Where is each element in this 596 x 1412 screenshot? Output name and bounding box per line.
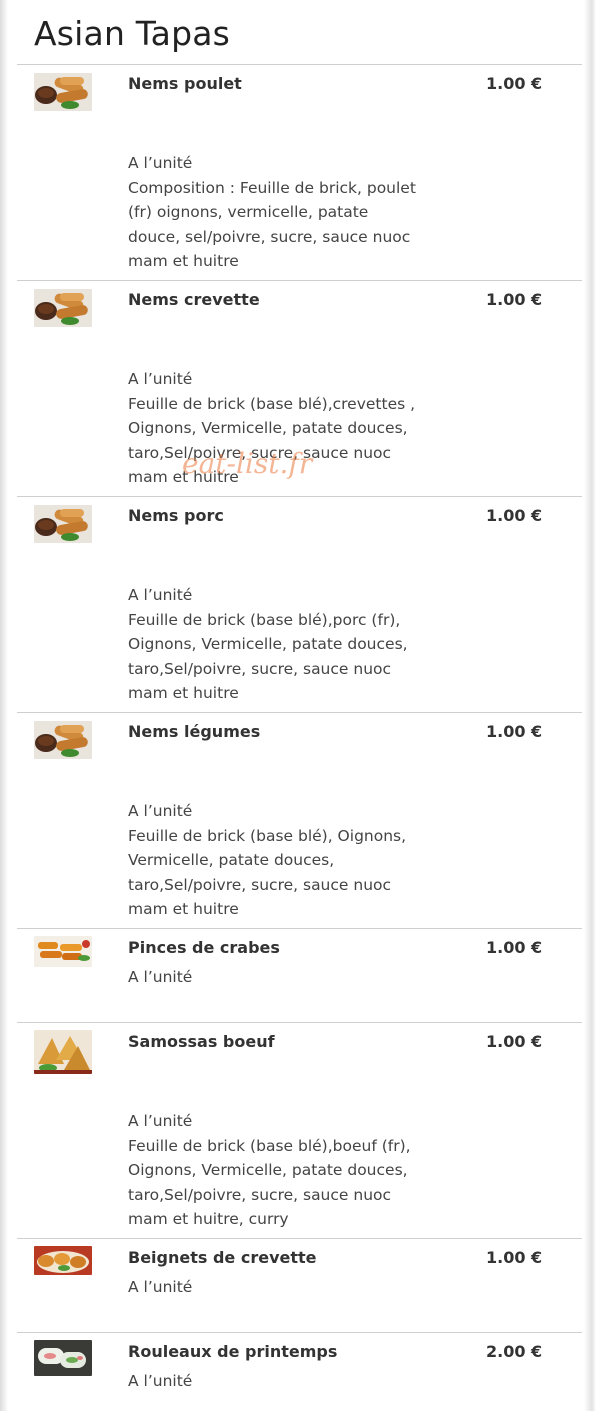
item-name: Pinces de crabes xyxy=(128,938,280,957)
item-name: Nems crevette xyxy=(128,290,260,309)
description-line: mam et huitre xyxy=(128,252,239,270)
page-title: Asian Tapas xyxy=(34,14,231,53)
menu-item[interactable]: Samossas boeuf 1.00 € A l’unité Feuille … xyxy=(17,1022,582,1238)
description-line: Composition : Feuille de brick, poulet xyxy=(128,178,416,197)
item-description: A l’unité Feuille de brick (base blé),po… xyxy=(128,583,438,706)
item-price: 1.00 € xyxy=(486,290,543,309)
description-line: taro,Sel/poivre, sucre, sauce nuoc xyxy=(128,659,392,678)
description-line: Oignons, Vermicelle, patate douces, xyxy=(128,635,408,653)
description-line: A l’unité xyxy=(128,802,193,820)
description-line: Oignons, Vermicelle, patate douces, xyxy=(128,1161,408,1179)
description-line: Vermicelle, patate douces, xyxy=(128,851,335,869)
menu-item[interactable]: Nems poulet 1.00 € A l’unité Composition… xyxy=(17,64,582,280)
description-line: Oignons, Vermicelle, patate douces, xyxy=(128,419,408,437)
menu-item[interactable]: Beignets de crevette 1.00 € A l’unité xyxy=(17,1238,582,1332)
item-price: 1.00 € xyxy=(486,1032,543,1051)
item-description: A l’unité xyxy=(128,1369,438,1394)
nems-image xyxy=(34,505,92,543)
nems-image xyxy=(34,289,92,327)
description-line: mam et huitre xyxy=(128,900,239,918)
description-line: mam et huitre, curry xyxy=(128,1210,289,1228)
nems-image xyxy=(34,73,92,111)
spring-rolls-image xyxy=(34,1340,92,1376)
description-line: taro,Sel/poivre, sucre, sauce nuoc xyxy=(128,1185,392,1204)
item-price: 1.00 € xyxy=(486,722,543,741)
description-line: Feuille de brick (base blé),crevettes , xyxy=(128,394,416,413)
description-line: Feuille de brick (base blé), Oignons, xyxy=(128,826,407,845)
description-line: mam et huitre xyxy=(128,684,239,702)
item-description: A l’unité xyxy=(128,965,438,990)
menu-item[interactable]: Rouleaux de printemps 2.00 € A l’unité xyxy=(17,1332,582,1412)
watermark: eat-list.fr xyxy=(182,447,313,480)
description-line: A l’unité xyxy=(128,370,193,388)
description-line: douce, sel/poivre, sucre, sauce nuoc xyxy=(128,227,411,246)
samossas-image xyxy=(34,1030,92,1074)
menu-item[interactable]: Nems légumes 1.00 € A l’unité Feuille de… xyxy=(17,712,582,928)
description-line: A l’unité xyxy=(128,154,193,172)
description-line: A l’unité xyxy=(128,1112,193,1130)
item-name: Nems poulet xyxy=(128,74,242,93)
item-name: Beignets de crevette xyxy=(128,1248,317,1267)
item-name: Nems porc xyxy=(128,506,224,525)
description-line: A l’unité xyxy=(128,1278,193,1296)
item-description: A l’unité Feuille de brick (base blé), O… xyxy=(128,799,438,922)
description-line: (fr) oignons, vermicelle, patate xyxy=(128,203,369,221)
item-price: 1.00 € xyxy=(486,74,543,93)
item-price: 1.00 € xyxy=(486,1248,543,1267)
menu-item[interactable]: Pinces de crabes 1.00 € A l’unité xyxy=(17,928,582,1022)
nems-image xyxy=(34,721,92,759)
description-line: A l’unité xyxy=(128,968,193,986)
item-description: A l’unité xyxy=(128,1275,438,1300)
item-price: 1.00 € xyxy=(486,506,543,525)
description-line: Feuille de brick (base blé),boeuf (fr), xyxy=(128,1136,411,1155)
description-line: A l’unité xyxy=(128,1372,193,1390)
item-description: A l’unité Composition : Feuille de brick… xyxy=(128,151,438,274)
crab-claws-image xyxy=(34,936,92,967)
item-price: 2.00 € xyxy=(486,1342,543,1361)
description-line: Feuille de brick (base blé),porc (fr), xyxy=(128,610,401,629)
description-line: A l’unité xyxy=(128,586,193,604)
item-name: Rouleaux de printemps xyxy=(128,1342,338,1361)
item-name: Samossas boeuf xyxy=(128,1032,275,1051)
description-line: taro,Sel/poivre, sucre, sauce nuoc xyxy=(128,875,392,894)
item-price: 1.00 € xyxy=(486,938,543,957)
item-description: A l’unité Feuille de brick (base blé),bo… xyxy=(128,1109,438,1232)
shrimp-fritters-image xyxy=(34,1246,92,1275)
item-name: Nems légumes xyxy=(128,722,261,741)
menu-item[interactable]: Nems porc 1.00 € A l’unité Feuille de br… xyxy=(17,496,582,712)
